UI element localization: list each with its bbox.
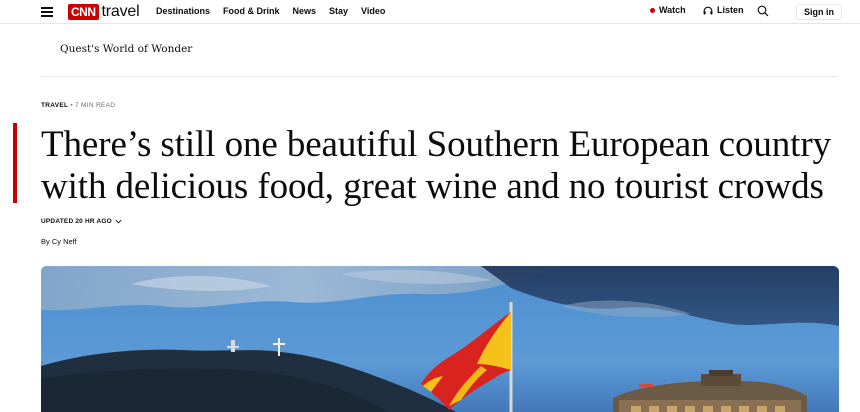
nav-utilities: Watch Listen Sign in [0, 4, 860, 20]
updated-timestamp[interactable]: UPDATED 20 HR AGO [41, 218, 122, 225]
sub-navigation: Quest's World of Wonder [41, 25, 838, 77]
author-byline[interactable]: By Cy Neff [41, 237, 77, 246]
section-label[interactable]: TRAVEL [41, 102, 68, 109]
hero-image[interactable] [41, 266, 839, 412]
listen-label: Listen [717, 5, 744, 15]
kicker-separator: • [70, 102, 73, 109]
page-title: There’s still one beautiful Southern Eur… [41, 124, 831, 207]
headline-accent-bar [13, 123, 17, 203]
chevron-down-icon [115, 219, 122, 224]
watch-button[interactable]: Watch [650, 5, 686, 15]
live-dot-icon [650, 7, 655, 13]
listen-button[interactable]: Listen [703, 5, 744, 15]
headphones-icon [703, 6, 713, 14]
read-time: 7 MIN READ [75, 102, 116, 109]
hero-scene [41, 266, 839, 412]
updated-label: UPDATED 20 HR AGO [41, 218, 112, 225]
sign-in-button[interactable]: Sign in [796, 4, 842, 20]
top-navigation: CNN travel Destinations Food & Drink New… [0, 0, 860, 24]
article-kicker: TRAVEL • 7 MIN READ [41, 102, 115, 109]
watch-label: Watch [659, 5, 686, 15]
search-icon[interactable] [757, 5, 769, 17]
subnav-link-quest[interactable]: Quest's World of Wonder [60, 43, 192, 55]
